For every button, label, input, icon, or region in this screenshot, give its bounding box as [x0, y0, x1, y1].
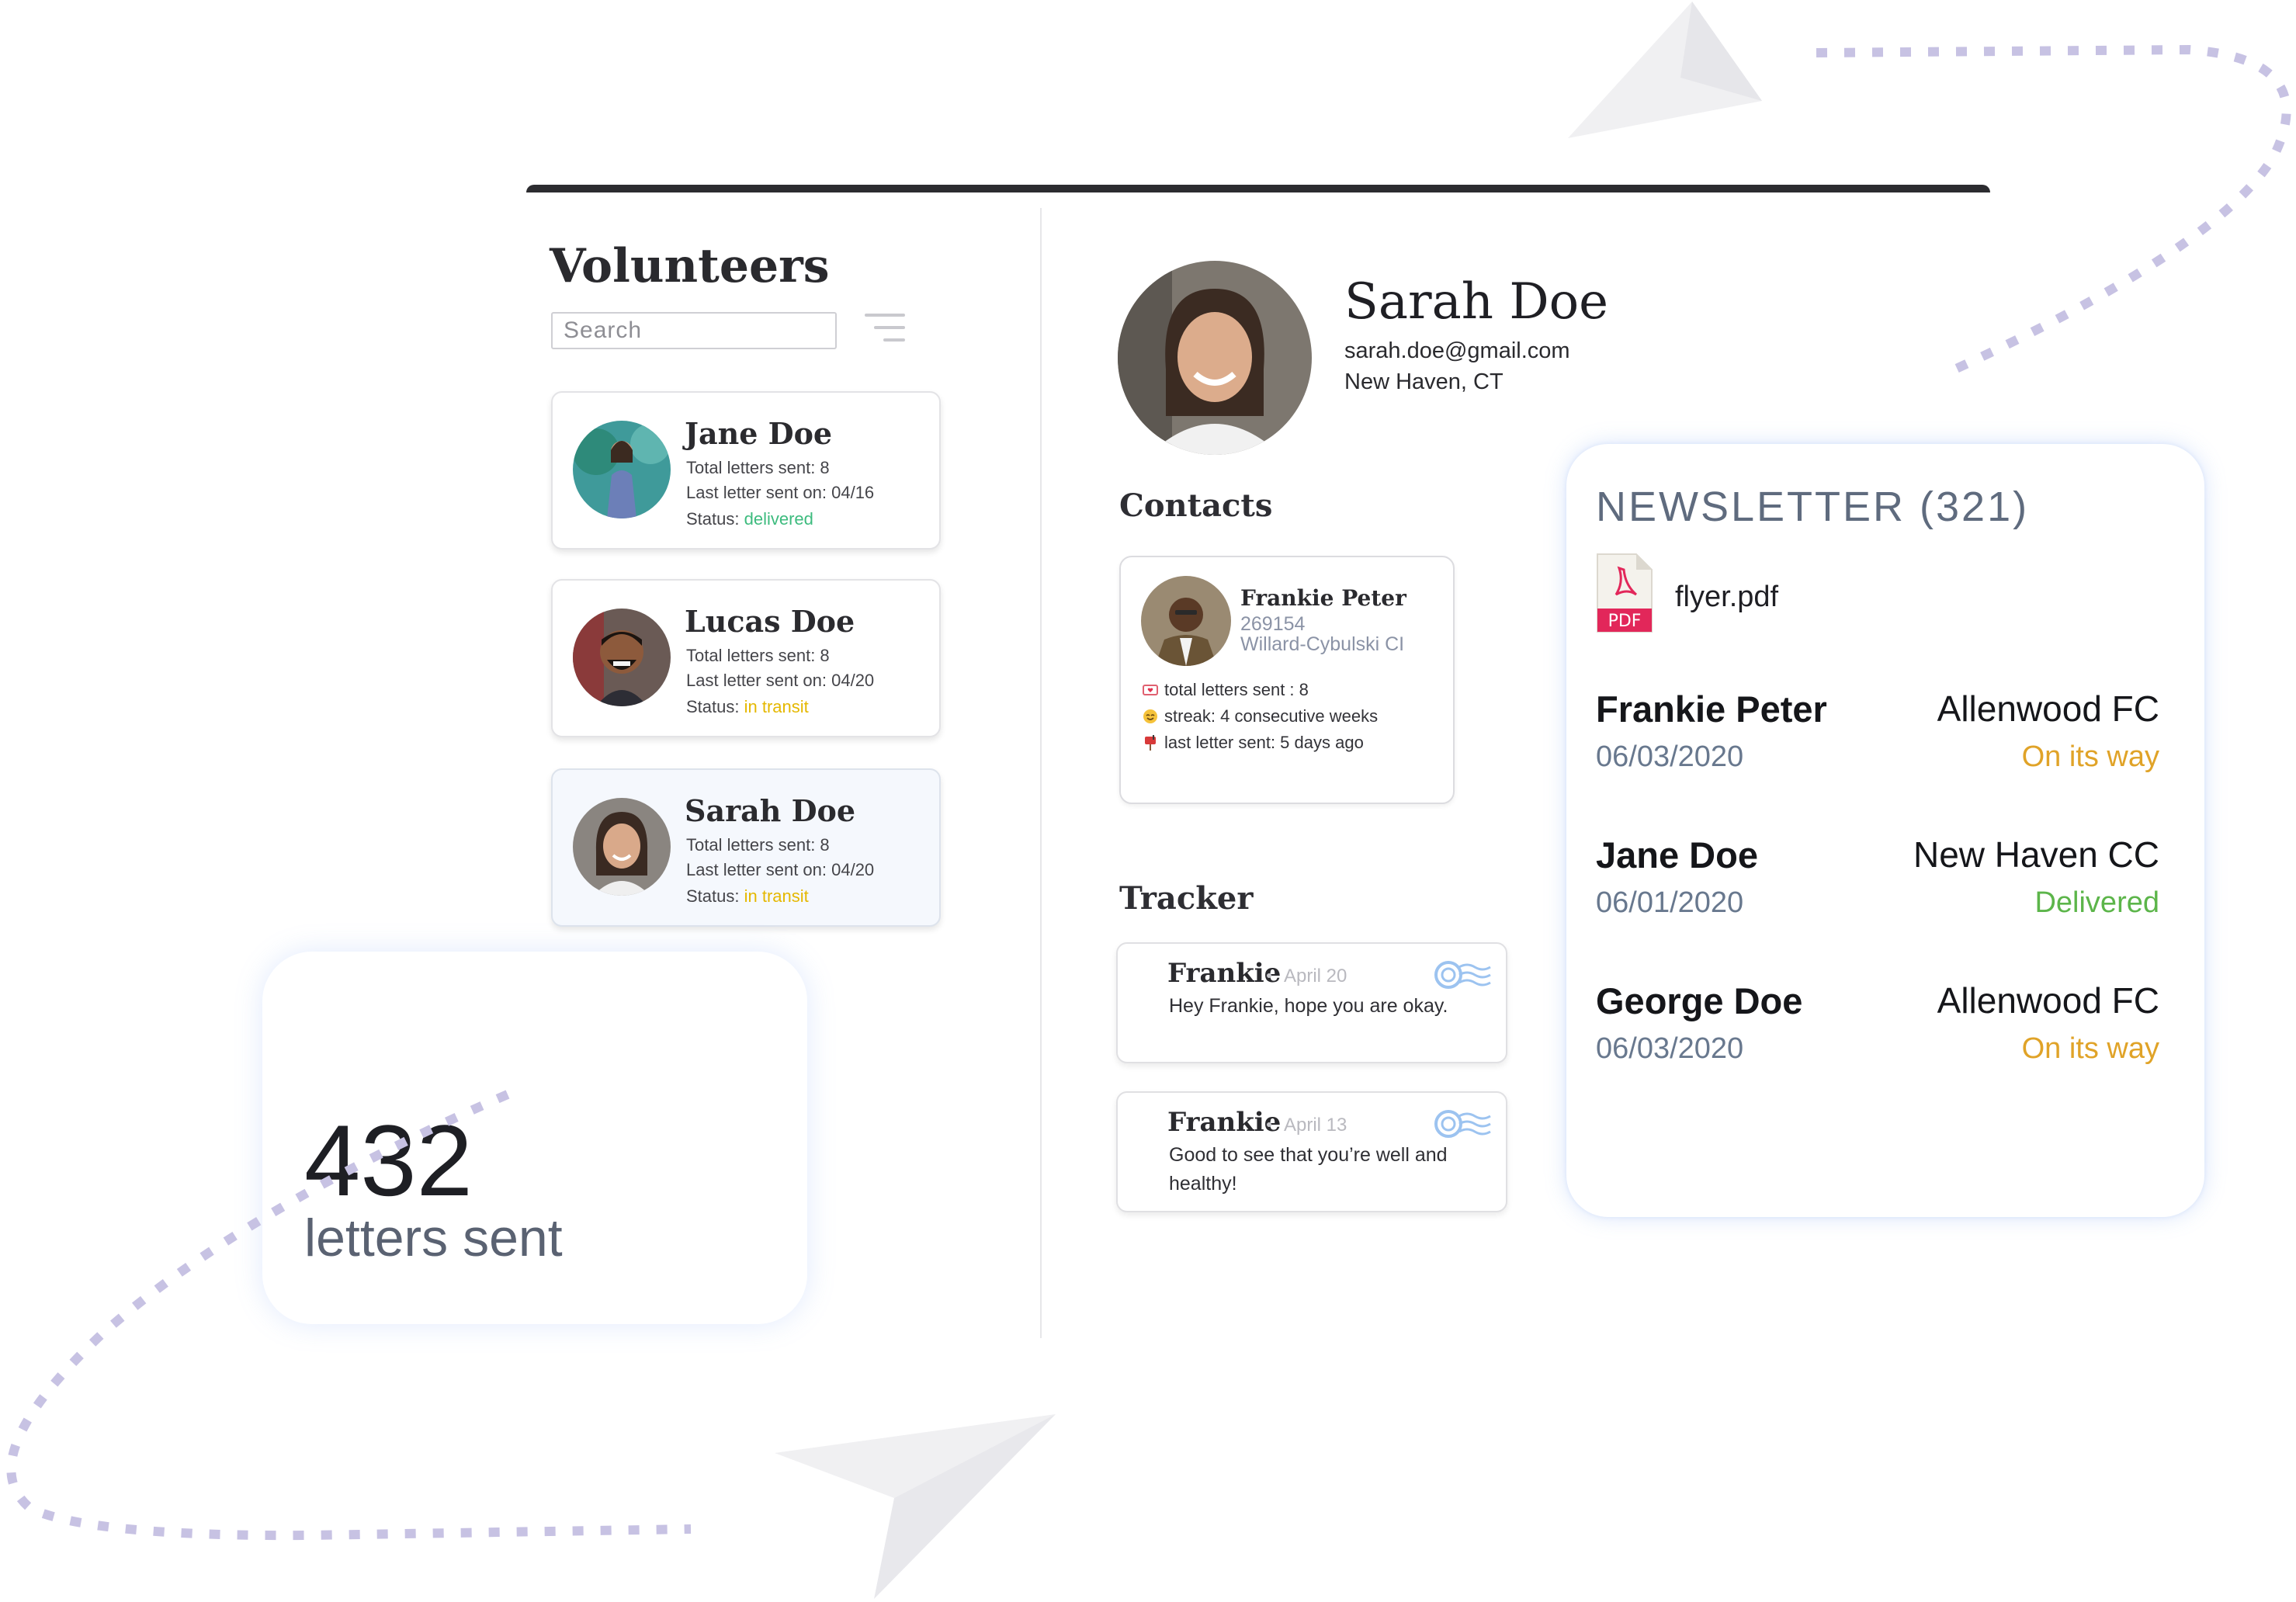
volunteer-last-sent: Last letter sent on: 04/16: [686, 483, 875, 502]
smile-emoji-icon: [1143, 709, 1157, 723]
volunteer-status: Status: delivered: [686, 509, 813, 529]
tracker-item[interactable]: Frankie April 20 Hey Frankie, hope you a…: [1116, 942, 1507, 1063]
volunteer-status: Status: in transit: [686, 697, 809, 717]
volunteer-last-sent: Last letter sent on: 04/20: [686, 671, 875, 690]
profile-location: New Haven, CT: [1344, 369, 1503, 394]
newsletter-title: NEWSLETTER (321): [1596, 484, 2030, 530]
tracker-date: April 13: [1284, 1115, 1347, 1136]
postmark-stamp-icon: [1434, 1110, 1491, 1138]
tracker-sender: Frankie: [1167, 1107, 1282, 1138]
newsletter-recipient-name: Frankie Peter: [1596, 688, 1827, 730]
love-letter-icon: [1143, 685, 1158, 695]
stat-total-letters: total letters sent : 8: [1143, 680, 1309, 700]
tracker-title: Tracker: [1119, 880, 1254, 917]
newsletter-status: Delivered: [2034, 886, 2159, 919]
window-top-bar: [526, 185, 1990, 192]
volunteer-letters: Total letters sent: 8: [686, 646, 830, 665]
status-badge: delivered: [744, 509, 813, 529]
file-name[interactable]: flyer.pdf: [1675, 581, 1778, 614]
pdf-badge-label: PDF: [1608, 612, 1642, 631]
stat-text: total letters sent : 8: [1164, 680, 1309, 699]
paper-plane-bottom-icon: [775, 1414, 1056, 1599]
tracker-date: April 20: [1284, 966, 1347, 987]
newsletter-date: 06/03/2020: [1596, 1032, 1744, 1065]
status-label: Status:: [686, 886, 744, 906]
tracker-message: Hey Frankie, hope you are okay.: [1169, 995, 1448, 1017]
avatar: [573, 421, 671, 518]
contact-id: 269154: [1240, 613, 1306, 635]
avatar: [1141, 576, 1231, 666]
stat-last-sent: last letter sent: 5 days ago: [1143, 733, 1364, 753]
profile-name: Sarah Doe: [1344, 273, 1609, 331]
newsletter-panel: NEWSLETTER (321) PDF flyer.pdf Frankie P…: [1566, 444, 2204, 1217]
volunteer-letters: Total letters sent: 8: [686, 458, 830, 477]
mailbox-icon: [1145, 735, 1156, 751]
volunteer-card-sarah[interactable]: Sarah Doe Total letters sent: 8 Last let…: [551, 768, 941, 927]
volunteer-last-sent: Last letter sent on: 04/20: [686, 860, 875, 879]
letters-sent-count: 432: [304, 1104, 473, 1217]
newsletter-date: 06/03/2020: [1596, 740, 1744, 773]
contacts-title: Contacts: [1119, 487, 1273, 524]
contact-street: Willard-Cybulski CI: [1240, 633, 1405, 655]
volunteer-letters: Total letters sent: 8: [686, 835, 830, 855]
tracker-item[interactable]: Frankie April 13 Good to see that you’re…: [1116, 1091, 1507, 1212]
search-field[interactable]: [551, 312, 837, 349]
search-input[interactable]: [553, 314, 835, 348]
newsletter-club: Allenwood FC: [1937, 688, 2159, 729]
profile-avatar: [1118, 261, 1312, 455]
volunteer-name: Lucas Doe: [685, 604, 855, 639]
stat-streak: streak: 4 consecutive weeks: [1143, 706, 1378, 726]
newsletter-status: On its way: [2021, 740, 2159, 773]
volunteer-name: Jane Doe: [685, 416, 833, 451]
column-divider: [1040, 208, 1042, 1338]
stat-text: last letter sent: 5 days ago: [1164, 733, 1364, 752]
newsletter-status: On its way: [2021, 1032, 2159, 1065]
letters-sent-label: letters sent: [304, 1208, 563, 1267]
status-badge: in transit: [744, 886, 809, 906]
postmark-stamp-icon: [1434, 961, 1491, 989]
separator-dot: [1267, 973, 1271, 978]
newsletter-date: 06/01/2020: [1596, 886, 1744, 919]
separator-dot: [1267, 1122, 1271, 1127]
tracker-sender: Frankie: [1167, 958, 1282, 989]
pdf-file-icon[interactable]: PDF: [1596, 553, 1653, 633]
contact-card[interactable]: Frankie Peter 269154 Willard-Cybulski CI…: [1119, 556, 1455, 804]
profile-email: sarah.doe@gmail.com: [1344, 338, 1570, 363]
newsletter-recipient-name: Jane Doe: [1596, 834, 1758, 876]
tracker-message: Good to see that you’re well and healthy…: [1169, 1144, 1448, 1195]
paper-plane-top-icon: [1568, 2, 1762, 138]
volunteers-title: Volunteers: [550, 239, 830, 293]
status-label: Status:: [686, 509, 744, 529]
newsletter-recipient-name: George Doe: [1596, 980, 1803, 1021]
volunteer-name: Sarah Doe: [685, 793, 856, 828]
volunteer-status: Status: in transit: [686, 886, 809, 907]
volunteer-card-jane[interactable]: Jane Doe Total letters sent: 8 Last lett…: [551, 391, 941, 550]
contact-name: Frankie Peter: [1240, 585, 1406, 611]
status-badge: in transit: [744, 697, 809, 716]
volunteer-card-lucas[interactable]: Lucas Doe Total letters sent: 8 Last let…: [551, 579, 941, 737]
filter-icon[interactable]: [865, 314, 905, 349]
newsletter-club: Allenwood FC: [1937, 980, 2159, 1021]
avatar: [573, 798, 671, 896]
newsletter-club: New Haven CC: [1913, 834, 2159, 875]
avatar: [573, 609, 671, 706]
status-label: Status:: [686, 697, 744, 716]
stat-text: streak: 4 consecutive weeks: [1164, 706, 1379, 726]
